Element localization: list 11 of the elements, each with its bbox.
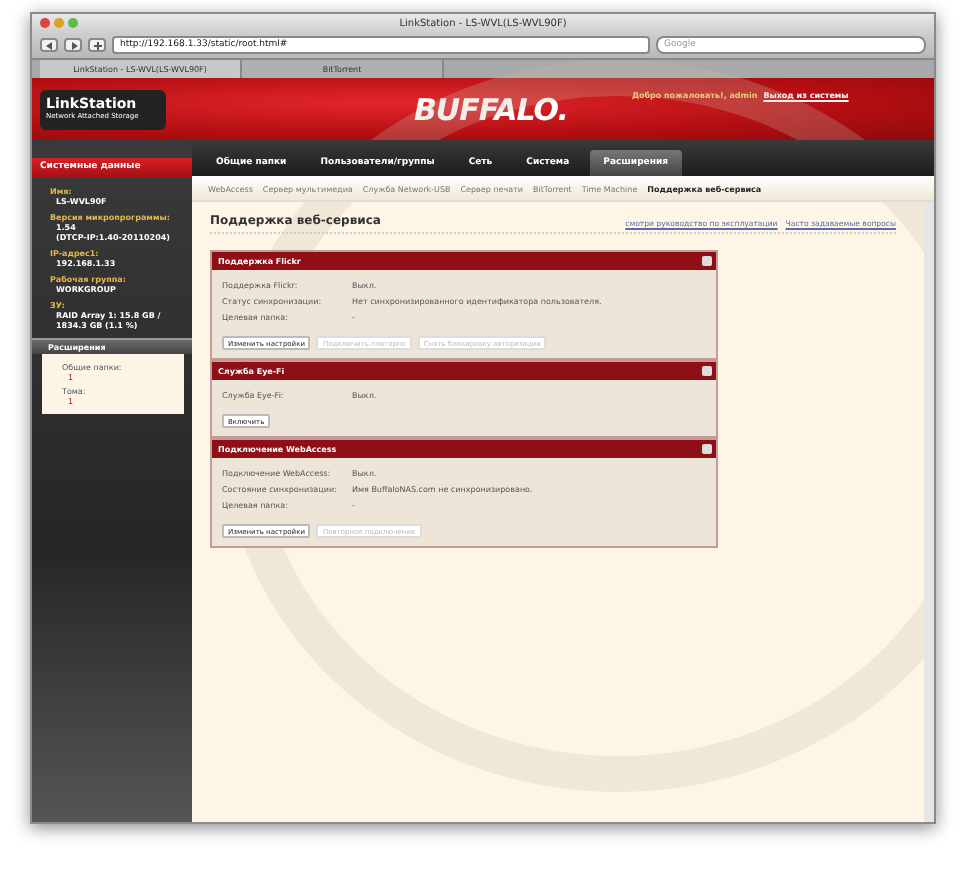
collapse-button[interactable] [702, 256, 712, 266]
back-arrow-icon [45, 41, 53, 49]
collapse-button[interactable] [702, 366, 712, 376]
add-button[interactable] [88, 38, 106, 52]
forward-arrow-icon [69, 41, 77, 49]
forward-button[interactable] [64, 38, 82, 52]
collapse-button[interactable] [702, 444, 712, 454]
plus-icon [93, 41, 101, 49]
brand-logo: BUFFALO. [414, 91, 568, 127]
close-icon[interactable] [40, 18, 50, 28]
back-button[interactable] [40, 38, 58, 52]
